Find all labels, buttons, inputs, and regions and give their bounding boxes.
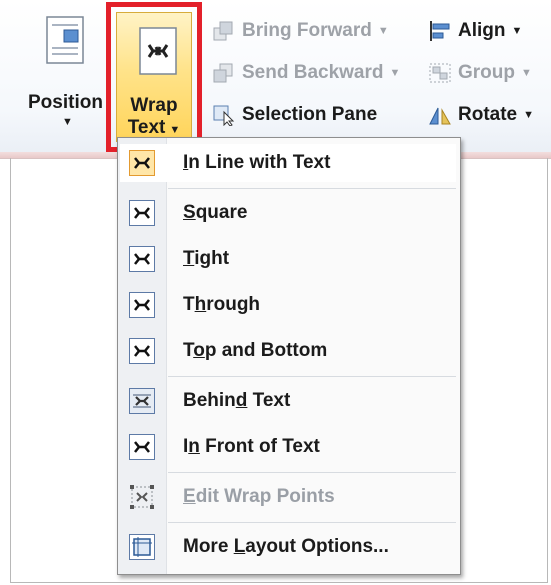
selection-pane-icon — [212, 104, 236, 127]
menu-item-label: Tight — [183, 248, 230, 269]
chevron-down-icon: ▼ — [523, 109, 535, 121]
menu-separator — [168, 376, 456, 377]
square-wrap-icon — [129, 200, 155, 226]
layout-options-icon — [129, 534, 155, 560]
chevron-down-icon: ▼ — [511, 25, 523, 37]
align-button[interactable]: Align ▼ — [428, 16, 522, 46]
wrap-text-icon — [139, 27, 177, 75]
menu-item-label: Edit Wrap Points — [183, 486, 335, 507]
top-and-bottom-wrap-icon — [129, 338, 155, 364]
rotate-icon — [428, 104, 452, 126]
rotate-label: Rotate — [458, 104, 518, 126]
behind-text-icon — [129, 388, 155, 414]
position-icon — [46, 16, 84, 64]
bring-forward-button[interactable]: Bring Forward ▼ — [212, 16, 389, 46]
wrap-text-label-line1: Wrap — [130, 95, 178, 116]
menu-item-in-front-of-text[interactable]: In Front of Text — [120, 428, 456, 466]
rotate-button[interactable]: Rotate ▼ — [428, 100, 534, 130]
align-icon — [428, 20, 452, 42]
wrap-text-menu: In Line with Text Square Tight Through T… — [117, 137, 461, 575]
edit-wrap-points-icon — [129, 484, 155, 510]
bring-forward-label: Bring Forward — [242, 20, 372, 42]
send-backward-label: Send Backward — [242, 62, 384, 84]
chevron-down-icon: ▼ — [389, 67, 401, 79]
position-label: Position — [28, 92, 103, 113]
menu-item-through[interactable]: Through — [120, 286, 456, 324]
menu-item-label: In Front of Text — [183, 436, 320, 457]
menu-item-label: Square — [183, 202, 248, 223]
menu-item-label: More Layout Options... — [183, 536, 389, 557]
tight-wrap-icon — [129, 246, 155, 272]
menu-item-label: In Line with Text — [183, 152, 331, 173]
wrap-text-label-line2: Text ▼ — [127, 117, 181, 138]
in-front-of-text-icon — [129, 434, 155, 460]
menu-item-label: Top and Bottom — [183, 340, 328, 361]
menu-separator — [168, 188, 456, 189]
menu-item-tight[interactable]: Tight — [120, 240, 456, 278]
menu-item-edit-wrap-points[interactable]: Edit Wrap Points — [120, 478, 456, 516]
menu-separator — [168, 522, 456, 523]
selection-pane-button[interactable]: Selection Pane — [212, 100, 377, 130]
selection-pane-label: Selection Pane — [242, 104, 378, 125]
menu-item-in-line-with-text[interactable]: In Line with Text — [120, 144, 456, 182]
menu-item-top-and-bottom[interactable]: Top and Bottom — [120, 332, 456, 370]
position-button[interactable]: Position ▼ — [28, 4, 106, 134]
menu-item-more-layout-options[interactable]: More Layout Options... — [120, 528, 456, 566]
send-backward-icon — [212, 62, 236, 84]
chevron-down-icon: ▼ — [521, 67, 532, 79]
group-button[interactable]: Group ▼ — [428, 58, 532, 88]
menu-item-square[interactable]: Square — [120, 194, 456, 232]
send-backward-button[interactable]: Send Backward ▼ — [212, 58, 400, 88]
menu-item-behind-text[interactable]: Behind Text — [120, 382, 456, 420]
menu-item-label: Behind Text — [183, 390, 291, 411]
wrap-text-button[interactable]: Wrap Text ▼ — [106, 2, 202, 152]
wrap-text-button-face: Wrap Text ▼ — [116, 12, 192, 142]
in-line-with-text-icon — [129, 150, 155, 176]
menu-item-label: Through — [183, 294, 261, 315]
align-label: Align — [458, 20, 506, 42]
chevron-down-icon: ▼ — [377, 25, 389, 37]
group-icon — [428, 62, 452, 84]
bring-forward-icon — [212, 20, 236, 42]
chevron-down-icon: ▼ — [62, 116, 73, 128]
menu-separator — [168, 472, 456, 473]
through-wrap-icon — [129, 292, 155, 318]
group-label: Group — [458, 62, 515, 84]
